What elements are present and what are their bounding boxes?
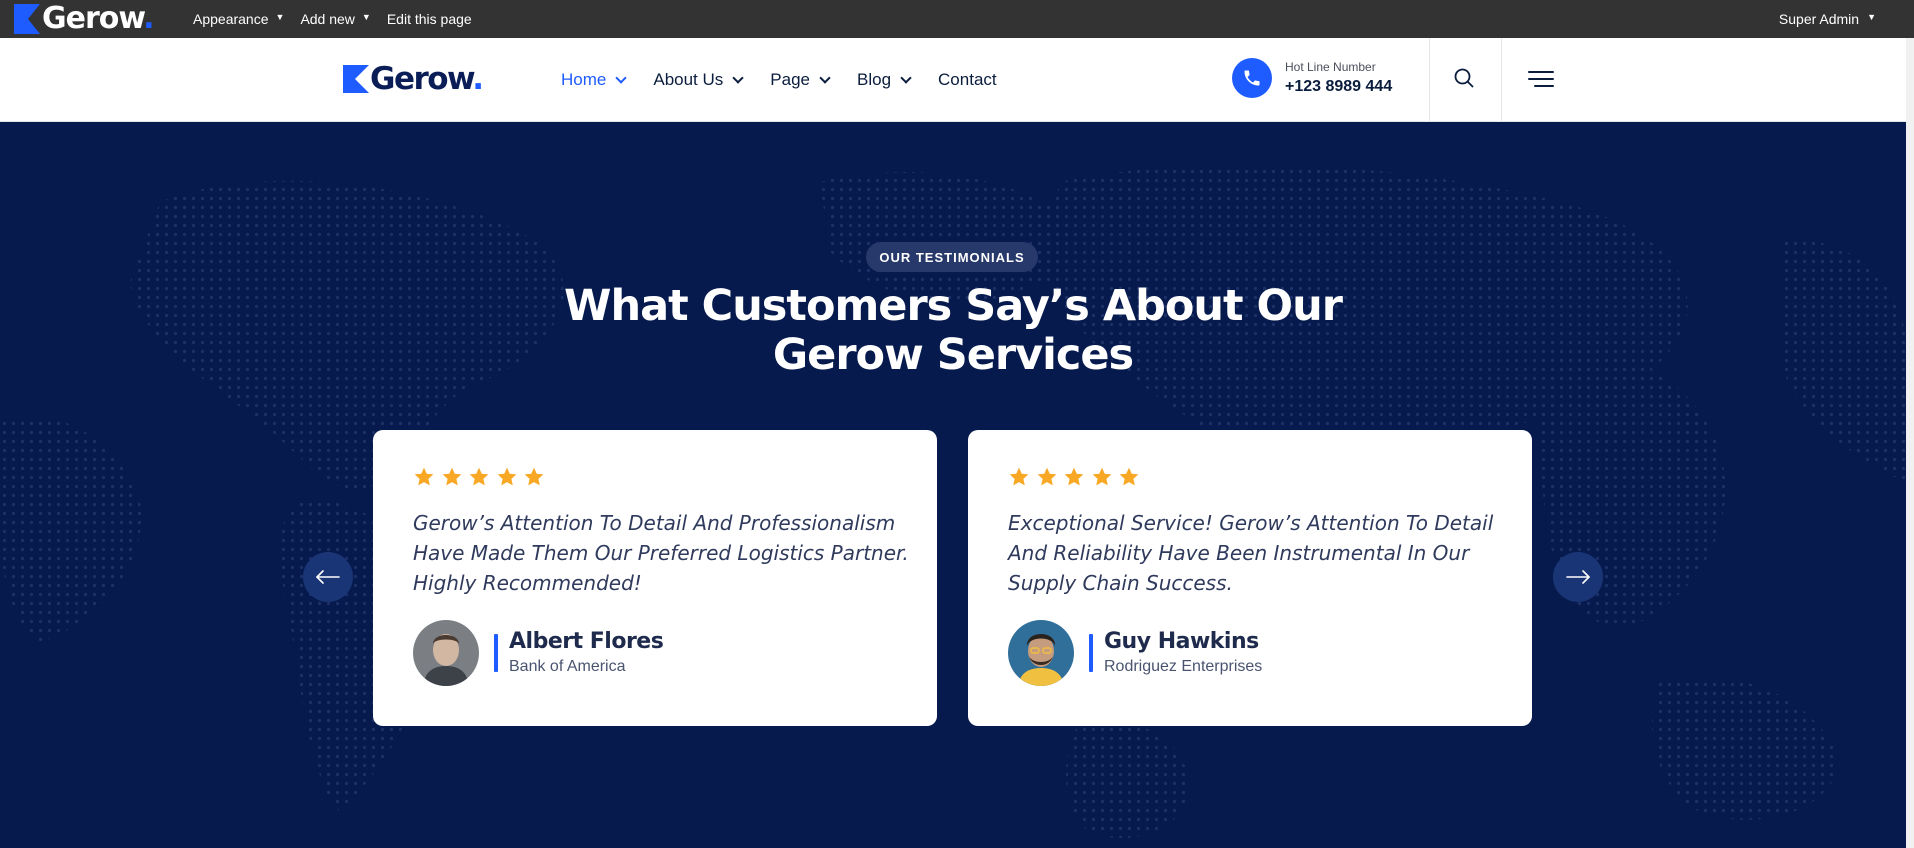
author-name: Guy Hawkins (1104, 629, 1259, 654)
admin-logo-text: Gerow (42, 1, 144, 36)
arrow-left-icon (316, 570, 340, 584)
nav-item-home[interactable]: Home (561, 70, 628, 90)
header-divider (1429, 38, 1430, 122)
testimonial-quote: Gerow’s Attention To Detail And Professi… (413, 511, 909, 595)
nav-item-about-us[interactable]: About Us (653, 70, 744, 90)
testimonial-quote: Exceptional Service! Gerow’s Attention T… (1008, 511, 1494, 595)
site-logo-text: Gerow (370, 61, 474, 97)
site-logo[interactable]: Gerow. (343, 61, 484, 97)
star-icon (469, 467, 489, 486)
star-icon (1037, 467, 1056, 486)
avatar (1008, 620, 1074, 686)
page-scrollbar[interactable] (1906, 38, 1914, 848)
hotline-number[interactable]: +123 8989 444 (1285, 77, 1392, 97)
admin-logo-dot: . (143, 1, 154, 36)
admin-menu-add-new[interactable]: Add new ▼ (300, 11, 370, 27)
admin-menu: Appearance ▼ Add new ▼ Edit this page (193, 0, 488, 38)
nav-label: About Us (653, 70, 724, 89)
author-name: Albert Flores (509, 629, 664, 654)
carousel-next-button[interactable] (1553, 552, 1603, 602)
author-company: Rodriguez Enterprises (1104, 658, 1263, 675)
section-tag: OUR TESTIMONIALS (866, 242, 1038, 272)
chevron-down-icon (732, 71, 744, 84)
site-logo-dot: . (472, 61, 484, 97)
nav-item-blog[interactable]: Blog (857, 70, 912, 90)
nav-label: Contact (938, 70, 997, 89)
admin-menu-edit-page[interactable]: Edit this page (387, 11, 472, 27)
nav-item-contact[interactable]: Contact (938, 70, 997, 90)
star-icon (414, 467, 434, 486)
caret-down-icon: ▼ (275, 12, 285, 22)
author-accent-bar (494, 634, 498, 672)
rating-stars (1008, 466, 1146, 488)
author-accent-bar (1089, 634, 1093, 672)
gerow-logo-mark-icon (343, 65, 369, 93)
admin-menu-label: Edit this page (386, 11, 472, 27)
star-icon (1009, 467, 1029, 486)
nav-label: Page (770, 70, 810, 89)
star-icon (442, 467, 461, 486)
header-divider (1501, 38, 1502, 122)
hotline-label: Hot Line Number (1285, 59, 1376, 74)
testimonial-author: Albert Flores Bank of America (413, 620, 664, 686)
chevron-down-icon (900, 71, 912, 84)
admin-user-menu[interactable]: Super Admin ▼ (1779, 0, 1876, 38)
carousel-prev-button[interactable] (303, 552, 353, 602)
star-icon (497, 467, 516, 486)
main-nav: Home About Us Page Blog Contact (561, 38, 1025, 122)
menu-icon[interactable] (1527, 68, 1555, 90)
world-map-background-icon (0, 164, 1906, 839)
chevron-down-icon (615, 71, 628, 84)
testimonial-card: Gerow’s Attention To Detail And Professi… (373, 430, 937, 726)
phone-icon (1232, 58, 1272, 98)
admin-user-name: Super Admin (1778, 11, 1860, 27)
nav-label: Blog (857, 70, 892, 89)
star-icon (1064, 467, 1084, 486)
rating-stars (413, 466, 551, 488)
hotline[interactable]: Hot Line Number +123 8989 444 (1232, 58, 1392, 98)
chevron-down-icon (819, 71, 831, 84)
testimonial-author: Guy Hawkins Rodriguez Enterprises (1008, 620, 1262, 686)
admin-menu-label: Appearance (193, 11, 269, 27)
admin-logo[interactable]: Gerow. (14, 1, 155, 36)
avatar (413, 620, 479, 686)
star-icon (524, 467, 544, 486)
site-header: Gerow. Home About Us Page Blog Contact H… (0, 38, 1906, 122)
testimonial-card: Exceptional Service! Gerow’s Attention T… (968, 430, 1532, 726)
gerow-logo-mark-icon (14, 4, 40, 34)
section-title: What Customers Say’s About Our Gerow Ser… (553, 282, 1353, 380)
author-company: Bank of America (509, 658, 626, 675)
nav-label: Home (561, 70, 607, 89)
arrow-right-icon (1566, 570, 1590, 584)
admin-menu-appearance[interactable]: Appearance ▼ (193, 11, 284, 27)
testimonials-section: OUR TESTIMONIALS What Customers Say’s Ab… (0, 122, 1906, 848)
caret-down-icon: ▼ (1867, 12, 1876, 22)
nav-item-page[interactable]: Page (770, 70, 831, 90)
caret-down-icon: ▼ (361, 12, 371, 22)
admin-bar: Gerow. Appearance ▼ Add new ▼ Edit this … (0, 0, 1914, 38)
section-title-line-2: Gerow Services (772, 330, 1134, 380)
search-icon[interactable] (1452, 66, 1476, 90)
section-title-line-1: What Customers Say’s About Our (564, 281, 1343, 331)
star-icon (1092, 467, 1111, 486)
star-icon (1119, 467, 1139, 486)
admin-menu-label: Add new (300, 11, 355, 27)
